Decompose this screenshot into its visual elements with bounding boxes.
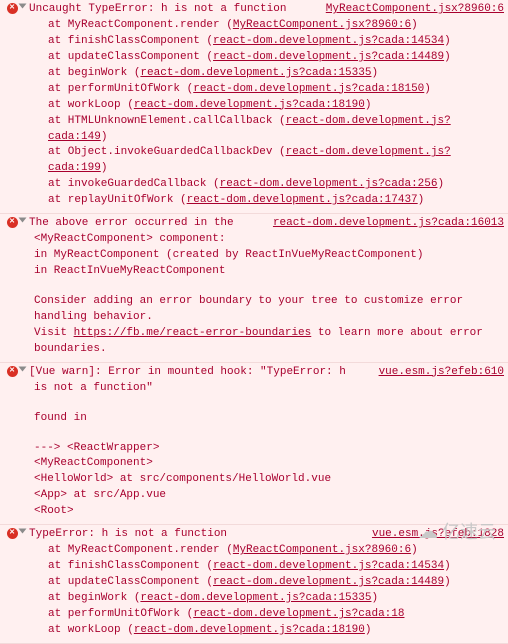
stack-link[interactable]: react-dom.development.js?cada:14489 [213,576,444,588]
console-panel: Uncaught TypeError: h is not a function … [0,0,508,644]
stack-frame: at finishClassComponent (react-dom.devel… [20,34,504,50]
stack-trace: at MyReactComponent.render (MyReactCompo… [20,18,504,209]
error-body: <MyReactComponent> component: in MyReact… [20,232,504,358]
console-error-entry[interactable]: TypeError: h is not a function vue.esm.j… [0,525,508,644]
console-error-entry[interactable]: [Vue warn]: Error in mounted hook: "Type… [0,363,508,526]
stack-frame: at MyReactComponent.render (MyReactCompo… [20,543,504,559]
stack-frame: at workLoop (react-dom.development.js?ca… [20,98,504,114]
doc-link[interactable]: https://fb.me/react-error-boundaries [74,327,312,339]
stack-link[interactable]: react-dom.development.js?cada:14534 [213,560,444,572]
stack-link[interactable]: react-dom.development.js?cada:17437 [187,194,418,206]
source-link[interactable]: vue.esm.js?efeb:610 [371,365,504,381]
source-link[interactable]: MyReactComponent.jsx?8960:6 [318,2,504,18]
stack-frame: at finishClassComponent (react-dom.devel… [20,559,504,575]
error-headline: [Vue warn]: Error in mounted hook: "Type… [20,365,371,381]
stack-link[interactable]: react-dom.development.js?cada:15335 [140,67,371,79]
stack-link[interactable]: react-dom.development.js?cada:14534 [213,35,444,47]
stack-link[interactable]: react-dom.development.js?cada:256 [220,178,438,190]
error-headline: Uncaught TypeError: h is not a function [20,2,318,18]
stack-link[interactable]: MyReactComponent.jsx?8960:6 [233,19,411,31]
stack-link[interactable]: react-dom.development.js?cada:15335 [140,592,371,604]
stack-link[interactable]: MyReactComponent.jsx?8960:6 [233,544,411,556]
disclosure-triangle-icon[interactable] [19,529,27,534]
stack-frame: at updateClassComponent (react-dom.devel… [20,575,504,591]
error-headline: TypeError: h is not a function [20,527,364,543]
stack-link[interactable]: react-dom.development.js?cada:18150 [193,83,424,95]
stack-frame: at beginWork (react-dom.development.js?c… [20,591,504,607]
stack-frame: at updateClassComponent (react-dom.devel… [20,50,504,66]
stack-frame: at MyReactComponent.render (MyReactCompo… [20,18,504,34]
stack-frame: at Object.invokeGuardedCallbackDev (reac… [20,145,504,177]
stack-link[interactable]: react-dom.development.js?cada:14489 [213,51,444,63]
console-error-entry[interactable]: The above error occurred in the react-do… [0,214,508,363]
error-body: is not a function" found in ---> <ReactW… [20,381,504,521]
disclosure-triangle-icon[interactable] [19,218,27,223]
stack-frame: at beginWork (react-dom.development.js?c… [20,66,504,82]
stack-trace: at MyReactComponent.render (MyReactCompo… [20,543,504,639]
stack-frame: at performUnitOfWork (react-dom.developm… [20,82,504,98]
disclosure-triangle-icon[interactable] [19,4,27,9]
source-link[interactable]: vue.esm.js?efeb:1828 [364,527,504,543]
stack-frame: at HTMLUnknownElement.callCallback (reac… [20,114,504,146]
stack-frame: at performUnitOfWork (react-dom.developm… [20,607,504,623]
stack-frame: at workLoop (react-dom.development.js?ca… [20,623,504,639]
source-link[interactable]: react-dom.development.js?cada:16013 [265,216,504,232]
console-error-entry[interactable]: Uncaught TypeError: h is not a function … [0,0,508,214]
error-headline: The above error occurred in the [20,216,265,232]
disclosure-triangle-icon[interactable] [19,366,27,371]
stack-link[interactable]: react-dom.development.js?cada:18 [193,608,404,620]
stack-link[interactable]: react-dom.development.js?cada:18190 [134,99,365,111]
stack-link[interactable]: react-dom.development.js?cada:18190 [134,624,365,636]
stack-frame: at replayUnitOfWork (react-dom.developme… [20,193,504,209]
stack-frame: at invokeGuardedCallback (react-dom.deve… [20,177,504,193]
